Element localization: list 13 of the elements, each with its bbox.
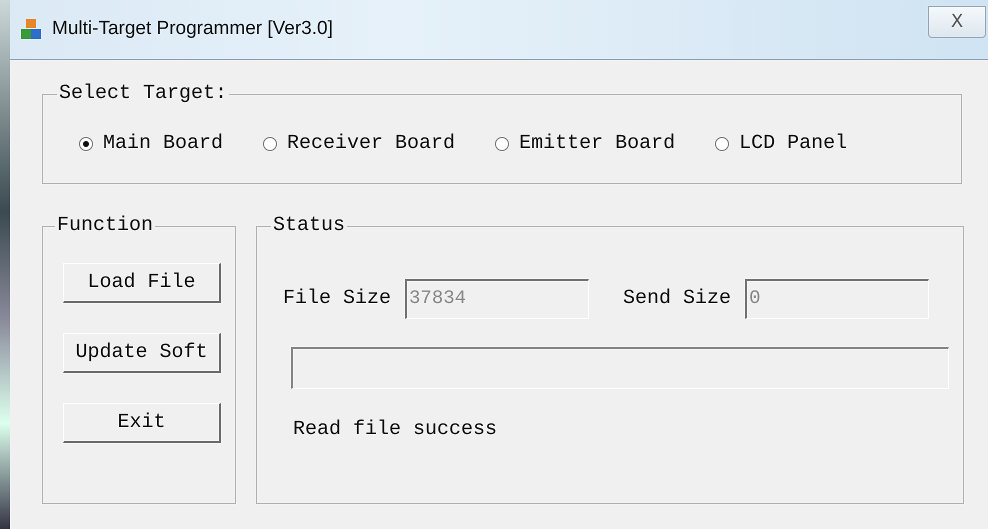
- radio-option[interactable]: Main Board: [79, 129, 224, 159]
- function-button[interactable]: Load File: [63, 263, 221, 303]
- field-label: Send Size: [623, 286, 732, 312]
- radio-option[interactable]: Emitter Board: [495, 129, 676, 159]
- function-button[interactable]: Update Soft: [63, 333, 221, 373]
- function-button[interactable]: Exit: [63, 403, 221, 443]
- radio-option[interactable]: LCD Panel: [715, 129, 848, 159]
- close-button[interactable]: X: [928, 6, 986, 38]
- window-title: Multi-Target Programmer [Ver3.0]: [52, 18, 333, 41]
- app-icon: [20, 18, 42, 40]
- radio-option[interactable]: Receiver Board: [263, 129, 456, 159]
- status-message: Read file success: [292, 417, 498, 443]
- field-label: File Size: [283, 286, 392, 312]
